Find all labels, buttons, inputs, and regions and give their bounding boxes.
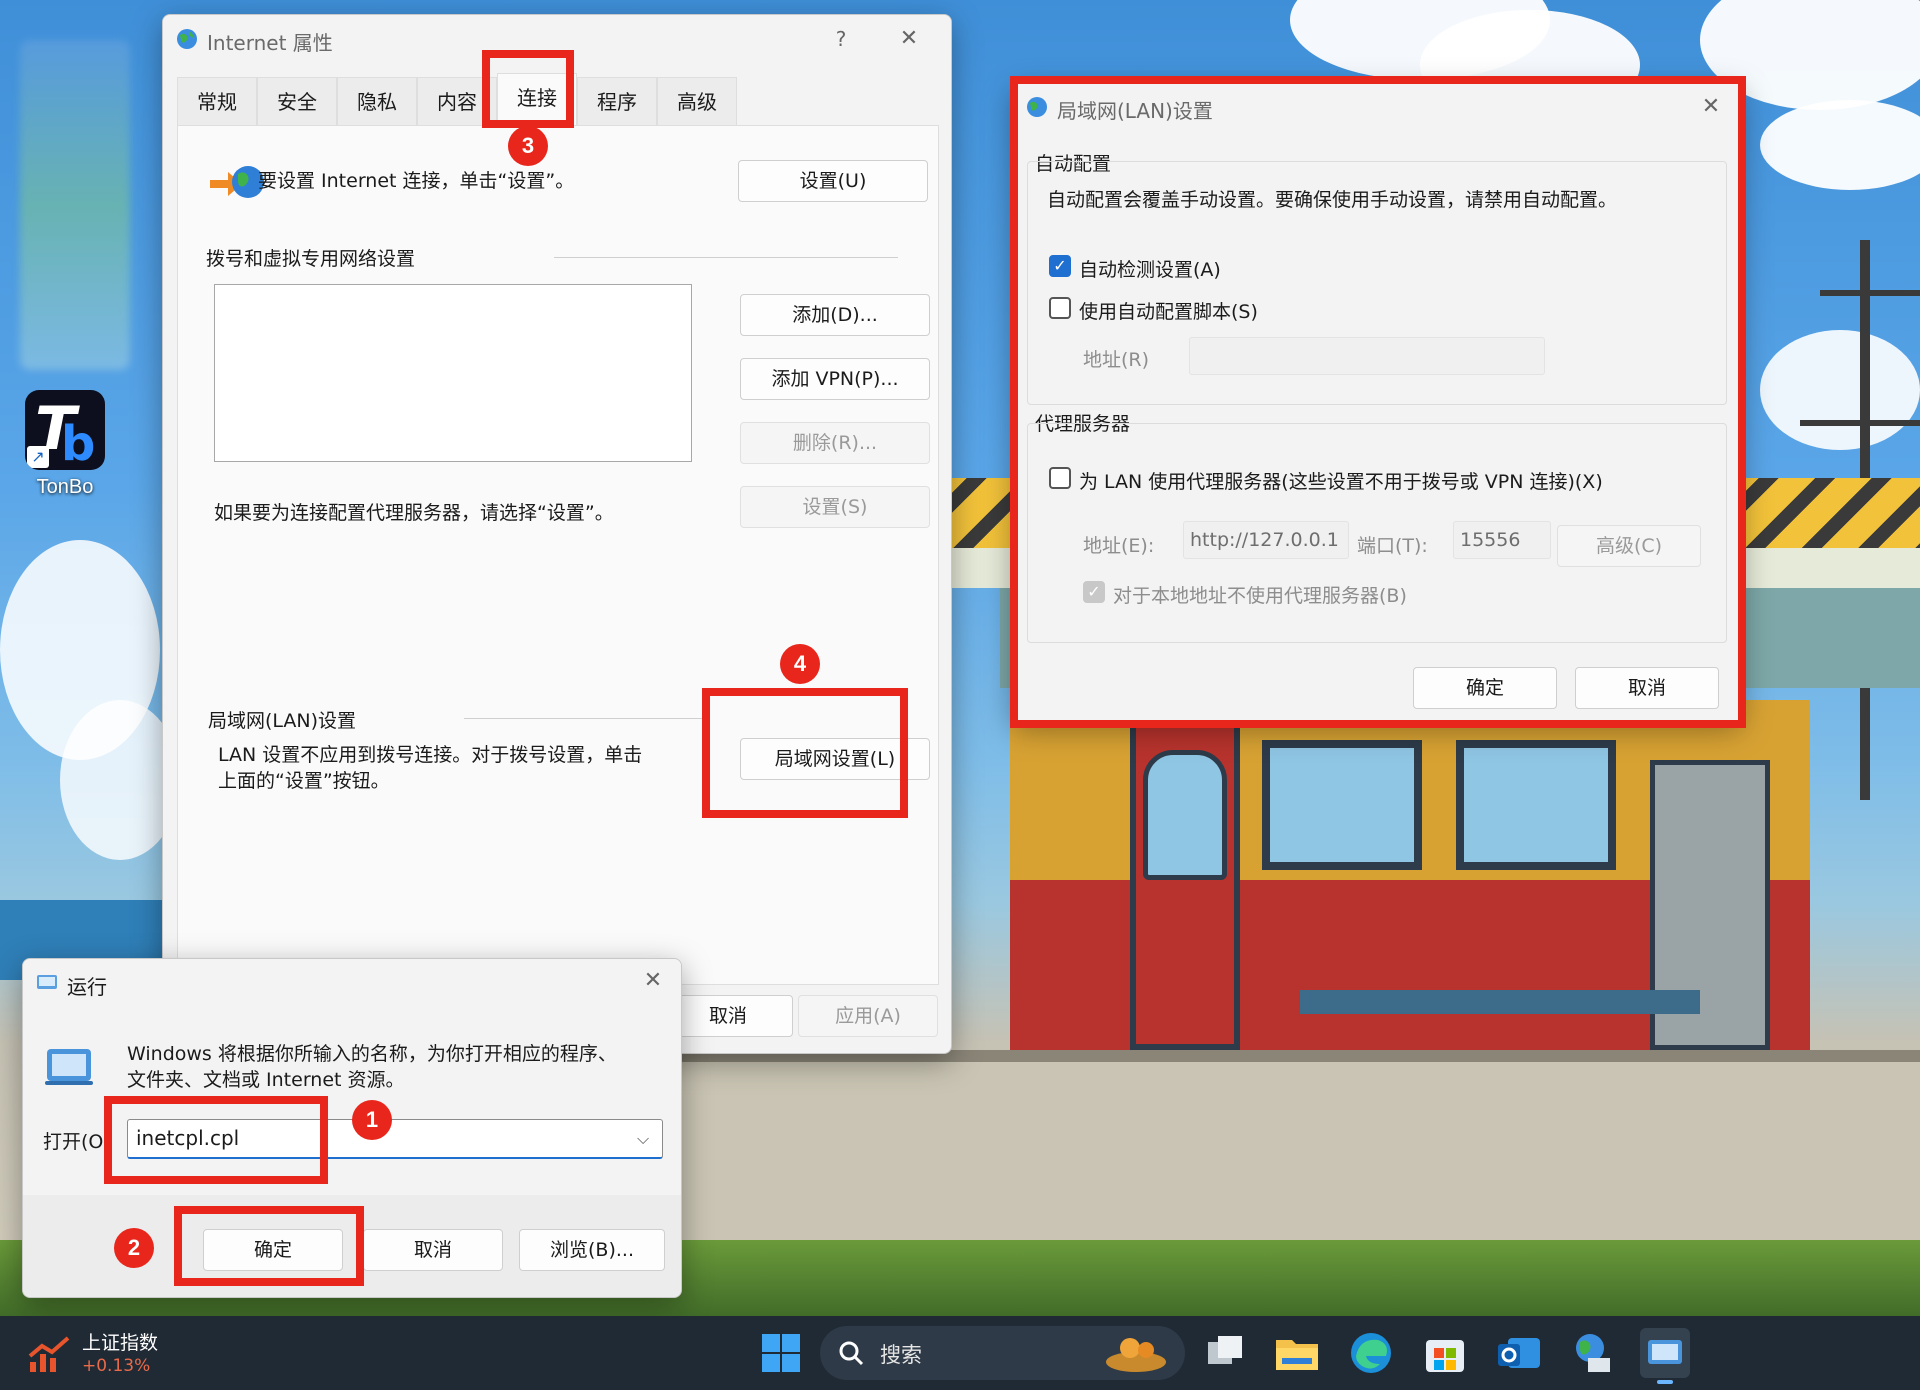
divider xyxy=(464,718,704,719)
edge-icon xyxy=(1351,1333,1391,1373)
settings-button[interactable]: 设置(S) xyxy=(740,486,930,528)
search-highlight-icon xyxy=(1106,1338,1166,1372)
desktop-icon-label: TonBo xyxy=(36,476,94,498)
taskbar: 上证指数 +0.13% 搜索 xyxy=(0,1316,1920,1390)
file-explorer-button[interactable] xyxy=(1272,1328,1322,1378)
run-taskbar-button[interactable] xyxy=(1640,1328,1690,1384)
start-button[interactable] xyxy=(756,1328,806,1378)
tab-advanced[interactable]: 高级 xyxy=(657,77,737,125)
step-badge-2: 2 xyxy=(114,1228,154,1268)
remove-button[interactable]: 删除(R)... xyxy=(740,422,930,464)
outlook-icon xyxy=(1498,1338,1540,1368)
run-icon xyxy=(37,975,57,989)
globe-icon xyxy=(177,29,197,49)
highlight-lan-dialog xyxy=(1010,76,1746,728)
store-button[interactable] xyxy=(1420,1328,1470,1378)
widget-value: +0.13% xyxy=(82,1356,151,1376)
highlight-connections-tab xyxy=(482,50,574,128)
tab-privacy[interactable]: 隐私 xyxy=(337,77,417,125)
setup-description: 要设置 Internet 连接，单击“设置”。 xyxy=(258,170,575,192)
internet-properties-dialog: Internet 属性 ? ✕ 常规 安全 隐私 内容 连接 程序 高级 要设置… xyxy=(162,14,952,1054)
internet-options-icon xyxy=(1576,1334,1610,1372)
open-label: 打开(O xyxy=(43,1131,104,1153)
add-vpn-button[interactable]: 添加 VPN(P)... xyxy=(740,358,930,400)
chevron-down-icon[interactable]: ⌵ xyxy=(637,1129,649,1149)
edge-button[interactable] xyxy=(1346,1328,1396,1378)
tab-security[interactable]: 安全 xyxy=(257,77,337,125)
highlight-open-input xyxy=(104,1096,328,1184)
search-icon xyxy=(839,1341,864,1366)
divider xyxy=(554,257,898,258)
dialup-heading: 拨号和虚拟专用网络设置 xyxy=(206,248,416,270)
tonbo-app-icon: Tb ↗ xyxy=(25,390,105,470)
windows-logo-icon xyxy=(762,1334,800,1372)
task-view-button[interactable] xyxy=(1200,1328,1250,1378)
cancel-button[interactable]: 取消 xyxy=(363,1229,503,1271)
active-indicator xyxy=(1657,1380,1673,1384)
cancel-button[interactable]: 取消 xyxy=(663,995,793,1037)
run-description-line1: Windows 将根据你所输入的名称，为你打开相应的程序、 xyxy=(127,1043,617,1065)
setup-button[interactable]: 设置(U) xyxy=(738,160,928,202)
taskbar-search[interactable]: 搜索 xyxy=(820,1326,1185,1380)
outlook-button[interactable] xyxy=(1494,1328,1544,1378)
tab-general[interactable]: 常规 xyxy=(177,77,257,125)
proxy-hint: 如果要为连接配置代理服务器，请选择“设置”。 xyxy=(214,502,614,524)
desktop-shortcut-tonbo[interactable]: Tb ↗ TonBo xyxy=(22,390,108,499)
dialog-title: 运行 xyxy=(67,975,107,999)
connections-list[interactable] xyxy=(214,284,692,462)
step-badge-1: 1 xyxy=(352,1100,392,1140)
lan-description-line2: 上面的“设置”按钮。 xyxy=(218,770,390,792)
internet-options-button[interactable] xyxy=(1568,1328,1618,1378)
lan-heading: 局域网(LAN)设置 xyxy=(208,710,357,732)
run-description-line2: 文件夹、文档或 Internet 资源。 xyxy=(127,1069,405,1091)
browse-button[interactable]: 浏览(B)... xyxy=(519,1229,665,1271)
apply-button[interactable]: 应用(A) xyxy=(798,995,938,1037)
folder-icon xyxy=(1276,1340,1318,1370)
step-badge-4: 4 xyxy=(780,644,820,684)
task-view-icon xyxy=(1208,1336,1242,1364)
widget-title[interactable]: 上证指数 xyxy=(82,1328,158,1355)
run-icon xyxy=(1648,1340,1682,1364)
step-badge-3: 3 xyxy=(508,126,548,166)
dialog-title: Internet 属性 xyxy=(207,31,333,55)
close-button[interactable]: ✕ xyxy=(635,965,671,997)
run-program-icon xyxy=(45,1049,93,1085)
search-placeholder: 搜索 xyxy=(880,1343,922,1367)
help-button[interactable]: ? xyxy=(823,23,859,55)
highlight-lan-settings-button xyxy=(702,688,908,818)
store-icon xyxy=(1426,1340,1464,1372)
shortcut-arrow-icon: ↗ xyxy=(27,446,49,468)
title-bar: 运行 ✕ xyxy=(23,959,681,1005)
connections-panel: 要设置 Internet 连接，单击“设置”。 设置(U) 拨号和虚拟专用网络设… xyxy=(177,125,939,985)
lan-description-line1: LAN 设置不应用到拨号连接。对于拨号设置，单击 xyxy=(218,744,643,766)
tab-programs[interactable]: 程序 xyxy=(577,77,657,125)
highlight-run-ok xyxy=(174,1206,364,1286)
close-button[interactable]: ✕ xyxy=(891,23,927,55)
add-button[interactable]: 添加(D)... xyxy=(740,294,930,336)
stock-chart-icon[interactable] xyxy=(28,1334,72,1374)
